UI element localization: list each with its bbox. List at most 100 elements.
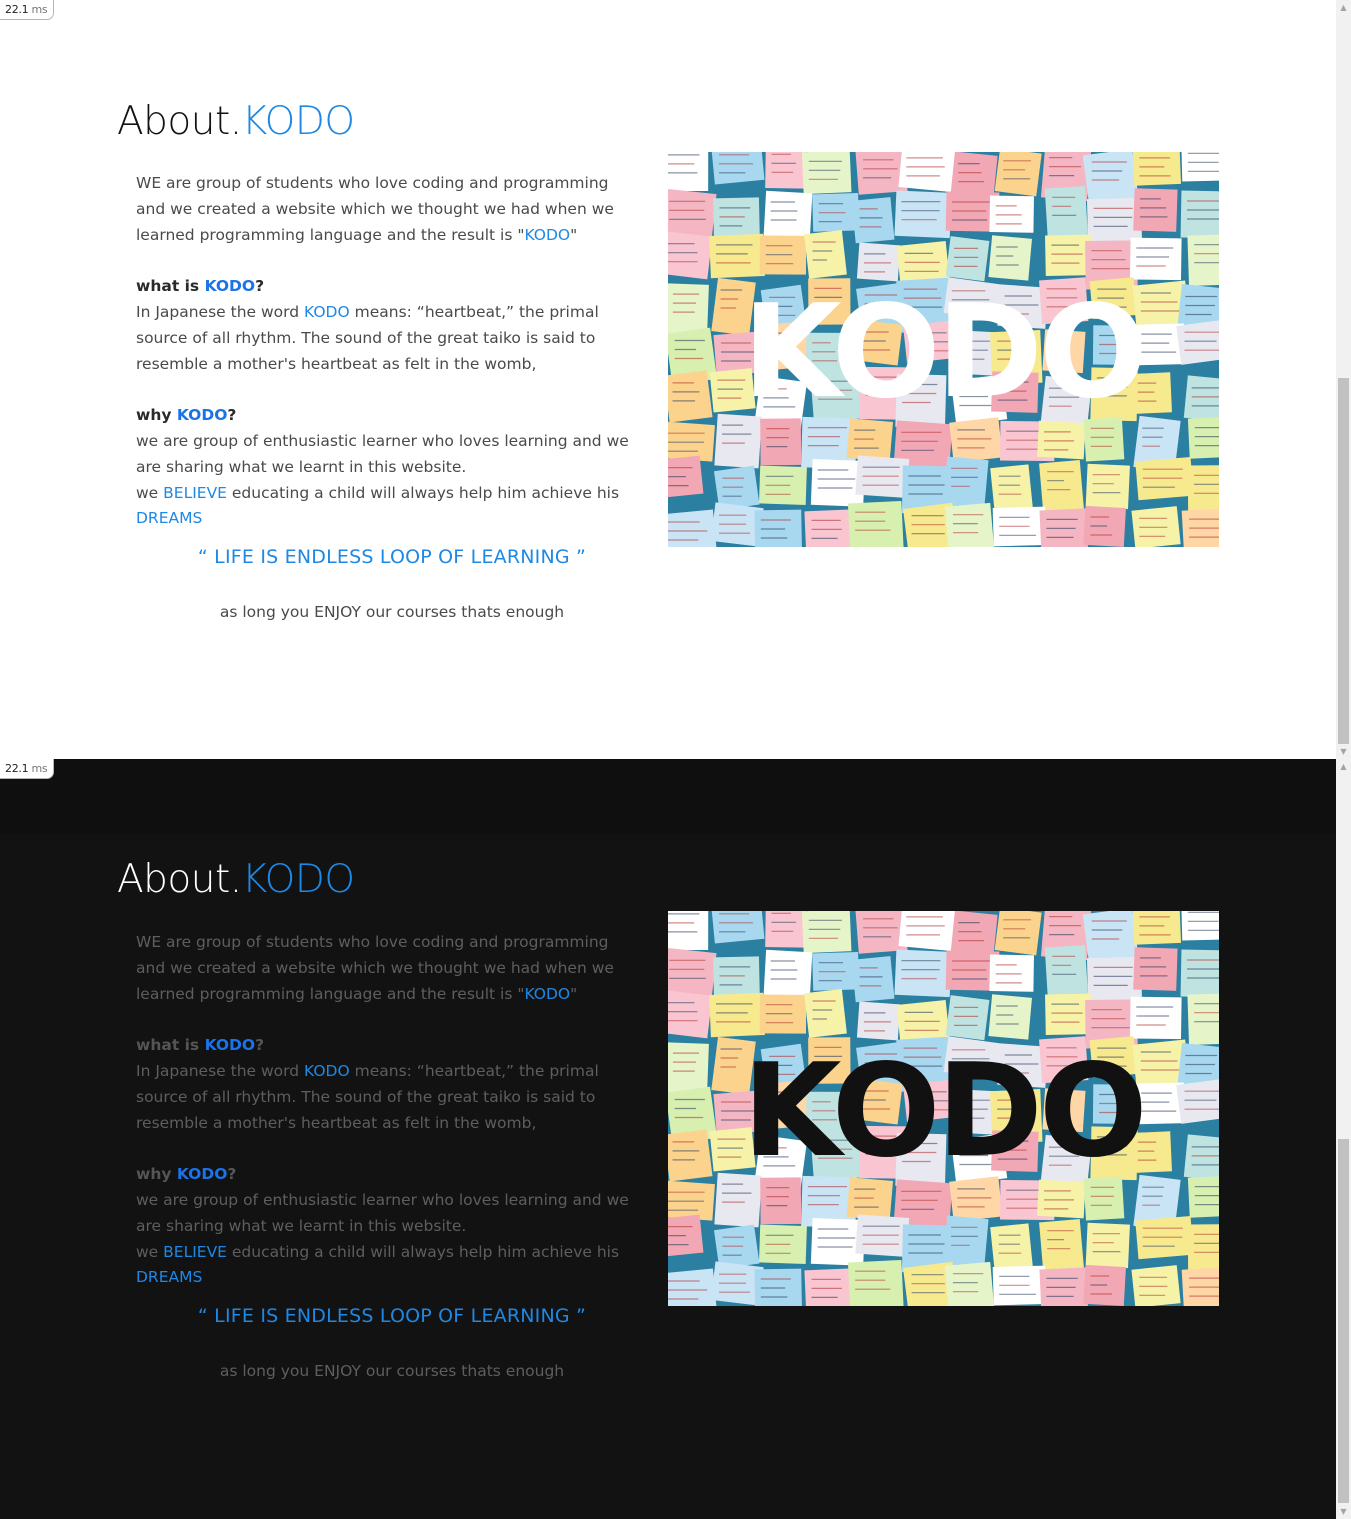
what-line-brand: KODO	[304, 302, 350, 321]
scrollbar-thumb[interactable]	[1338, 378, 1349, 744]
dreams-highlight: DREAMS	[136, 509, 203, 528]
sticky-note	[1039, 1267, 1089, 1306]
sticky-note	[1187, 416, 1219, 459]
what-brand: KODO	[204, 277, 256, 296]
header-band	[0, 759, 1336, 834]
sticky-note	[856, 242, 901, 282]
sticky-note	[668, 421, 715, 462]
sticky-note	[765, 152, 807, 189]
sticky-note	[668, 1268, 718, 1306]
sticky-note	[1085, 1222, 1130, 1269]
closing-a: as long you	[219, 603, 315, 621]
sticky-note	[1181, 152, 1219, 182]
sticky-note	[945, 995, 990, 1041]
intro-paragraph: WE are group of students who love coding…	[136, 171, 646, 248]
sticky-note	[1187, 1224, 1219, 1274]
enjoy-highlight: ENJOY	[314, 603, 361, 621]
sticky-note	[989, 195, 1034, 233]
what-label: what is	[136, 277, 205, 296]
closing-b: our courses thats enough	[360, 1362, 565, 1380]
what-line-1: In Japanese the word	[136, 302, 305, 321]
sticky-note	[847, 1259, 904, 1306]
closing-line: as long you ENJOY our courses thats enou…	[136, 603, 648, 621]
scroll-down-arrow-icon[interactable]: ▼	[1336, 744, 1351, 759]
sticky-note	[894, 949, 952, 998]
why-brand: KODO	[176, 406, 228, 425]
closing-a: as long you	[219, 1362, 315, 1380]
intro-brand: KODO	[524, 225, 571, 244]
sticky-note	[1183, 1134, 1219, 1183]
sticky-note	[1180, 949, 1219, 998]
about-section-light: 22.1 ms About.KODO WE are group of stude…	[0, 0, 1336, 759]
sticky-note	[994, 152, 1042, 197]
dreams-highlight: DREAMS	[136, 1268, 203, 1287]
why-suffix: ?	[227, 406, 237, 425]
sticky-notes-wall-image: KODO	[668, 911, 1219, 1306]
timer-unit: ms	[31, 762, 48, 775]
sticky-note	[1130, 996, 1182, 1040]
image-logo-text: KODO	[742, 1037, 1143, 1186]
why-label: why	[136, 1165, 177, 1184]
intro-line-1: WE are group of students who love coding…	[136, 174, 609, 192]
scroll-up-arrow-icon[interactable]: ▲	[1336, 0, 1351, 15]
what-suffix: ?	[255, 1036, 265, 1055]
page-title: About.KODO	[117, 99, 355, 144]
intro-line-3: learned programming language and the res…	[136, 225, 525, 244]
intro-quote-close: "	[570, 984, 578, 1003]
sticky-note	[668, 370, 713, 423]
sticky-note	[1130, 237, 1182, 281]
sticky-note	[1085, 463, 1130, 510]
motto-quote: “ LIFE IS ENDLESS LOOP OF LEARNING ”	[197, 1305, 587, 1327]
sticky-note	[943, 1215, 989, 1267]
intro-line-2: and we created a website which we though…	[136, 958, 614, 977]
intro-line-1: WE are group of students who love coding…	[136, 933, 609, 951]
closing-b: our courses thats enough	[360, 603, 565, 621]
sticky-note	[1045, 234, 1093, 277]
sticky-note	[851, 197, 895, 244]
sticky-note	[1039, 508, 1089, 547]
why-line-3: we	[136, 483, 164, 502]
sticky-note	[754, 1268, 802, 1306]
enjoy-highlight: ENJOY	[314, 1362, 361, 1380]
about-section-dark: 22.1 ms About. KODO WE are group of stude…	[0, 759, 1336, 1519]
sticky-note	[1133, 188, 1178, 232]
sticky-note	[1181, 1266, 1219, 1306]
sticky-note	[668, 1180, 715, 1221]
why-line-3b: educating a child will always help him a…	[226, 1242, 620, 1261]
image-logo-text: KODO	[742, 278, 1143, 427]
what-paragraph: what is KODO? In Japanese the word KODO …	[136, 274, 646, 377]
page-scrollbar[interactable]: ▲ ▼	[1336, 0, 1351, 759]
what-line-2: source of all rhythm. The sound of the g…	[136, 1087, 596, 1106]
page-scrollbar[interactable]: ▲ ▼	[1336, 759, 1351, 1519]
title-brand: KODO	[241, 99, 355, 144]
about-description: WE are group of students who love coding…	[136, 171, 646, 558]
sticky-note	[1187, 233, 1219, 286]
about-description: WE are group of students who love coding…	[136, 930, 646, 1317]
scrollbar-thumb[interactable]	[1338, 1139, 1349, 1503]
scroll-up-arrow-icon[interactable]: ▲	[1336, 759, 1351, 774]
sticky-note	[711, 911, 765, 944]
timer-unit: ms	[31, 3, 48, 16]
why-line-3b: educating a child will always help him a…	[226, 483, 620, 502]
believe-highlight: BELIEVE	[163, 483, 227, 502]
what-paragraph: what is KODO? In Japanese the word KODO …	[136, 1033, 646, 1136]
sticky-note	[765, 911, 807, 948]
title-prefix: About.	[117, 857, 242, 902]
sticky-note	[668, 911, 709, 951]
scroll-down-arrow-icon[interactable]: ▼	[1336, 1504, 1351, 1519]
sticky-note	[668, 152, 709, 192]
timer-value: 22.1	[5, 762, 29, 775]
what-line-2: source of all rhythm. The sound of the g…	[136, 328, 596, 347]
why-paragraph: why KODO? we are group of enthusiastic l…	[136, 403, 646, 532]
sticky-note	[1187, 992, 1219, 1045]
sticky-note	[1181, 507, 1219, 547]
closing-line: as long you ENJOY our courses thats enou…	[136, 1362, 648, 1380]
sticky-note	[668, 1042, 709, 1095]
sticky-note	[944, 1261, 995, 1306]
why-line-2: are sharing what we learnt in this websi…	[136, 1216, 467, 1235]
sticky-note	[668, 283, 709, 336]
sticky-note	[1133, 947, 1178, 991]
title-prefix: About.	[117, 99, 242, 144]
why-line-1: we are group of enthusiastic learner who…	[136, 431, 629, 450]
render-timer-badge: 22.1 ms	[0, 0, 55, 20]
